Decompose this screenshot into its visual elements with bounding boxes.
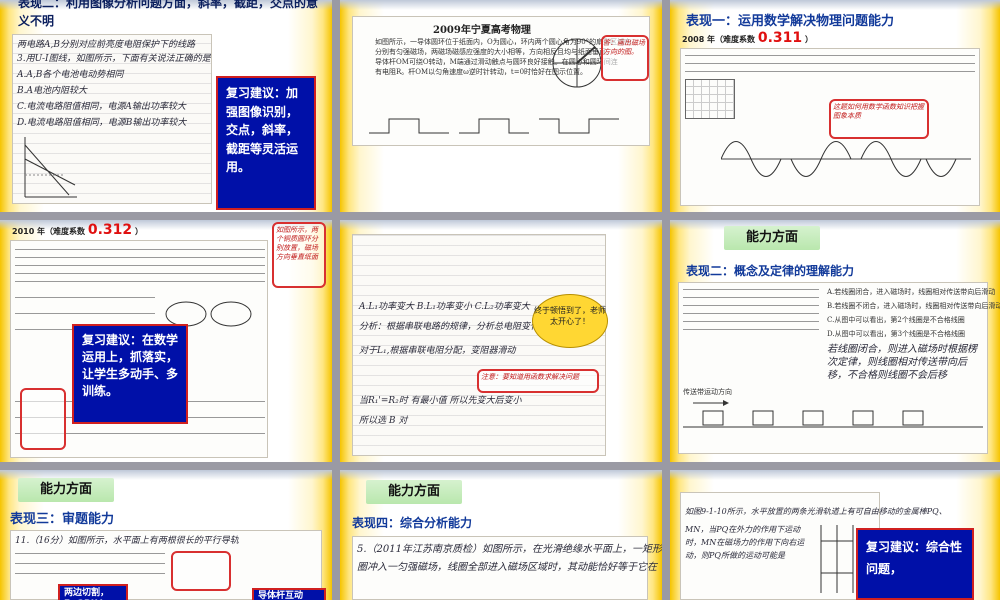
close-paren: ） <box>804 35 813 44</box>
slide-4-thumbnail[interactable]: 2010 年（难度系数 0.312 ） 如图所示，两个铜质圆环分别放置，磁场方向… <box>0 220 332 462</box>
section-pill: 能力方面 <box>366 480 462 504</box>
close-paren: ） <box>134 227 143 236</box>
slide-8-subtitle: 表现四：综合分析能力 <box>352 516 473 530</box>
annotation-note: 这题如何用数学函数知识把握图象本质 <box>833 103 924 120</box>
slide-2-title: 2009年宁夏高考物理 <box>433 25 531 36</box>
hand-line-2: MN，当PQ在外力的作用下运动时，MN在磁场力的作用下向右运动，则PQ所做的运动… <box>685 525 805 560</box>
hand-line: A.A,B各个电池电动势相同 <box>17 70 124 80</box>
aside-note-box: 导体杆互动 <box>252 588 326 600</box>
hand-line: 所以选 B 对 <box>359 416 408 426</box>
section-pill: 能力方面 <box>724 226 820 250</box>
conveyor-label: 传送带运动方向 <box>683 388 732 396</box>
annotation-note: 注意：要知道用函数求解决问题 <box>481 373 579 381</box>
slide-1-title: 表现二：利用图像分析问题方面，斜率，截距，交点的意义不明 <box>18 0 319 28</box>
slide-3-thumbnail[interactable]: 表现一：运用数学解决物理问题能力 2008 年（难度系数 0.311 ） 这题如… <box>670 0 1000 212</box>
option-a: A.若线圈闭合，进入磁场时，线圈相对传送带向后滑动 <box>827 288 996 296</box>
encouragement-cloud: 终于顿悟到了，老师太开心了！ <box>532 294 608 348</box>
hand-line: 如图9-1-10所示，水平放置的两条光滑轨道上有可自由移动的金属棒PQ、 <box>685 507 947 516</box>
handwritten-problem-scan: 两电路A,B分别对应前亮度电阻保护下的线路 3.用U-I图线，如图所示，下面有关… <box>12 34 212 204</box>
slide-3-title: 表现一：运用数学解决物理问题能力 <box>686 14 895 29</box>
printed-problem-scan: 这题如何用数学函数知识把握图象本质 <box>680 48 980 206</box>
problem-scan: 5.（2011年江苏南京质检）如图所示，在光滑绝缘水平面上，一矩形线圈 圈冲入一… <box>352 536 662 600</box>
ui-graph-sketch-icon <box>24 137 77 198</box>
hand-line: 当R₁'=R₂时 有最小值 所以先变大后变小 <box>359 396 522 406</box>
slide-7-thumbnail[interactable]: 能力方面 表现三：审题能力 11.（16分）如图所示，水平面上有两根很长的平行导… <box>0 470 332 600</box>
hand-line: 分析：根据串联电路的规律，分析总电阻变化 <box>359 322 540 332</box>
handwritten-explanation: 若线圈闭合，则进入磁场时根据楞次定律，则线圈相对传送带向后移，不合格则线圈不会后… <box>827 344 977 381</box>
section-pill: 能力方面 <box>18 478 114 502</box>
recommendation-box: 复习建议：综合性问题， <box>856 528 974 600</box>
option-c: C.从图中可以看出，第2个线圈是不合格线圈 <box>827 316 965 324</box>
grid-diagram <box>685 79 735 119</box>
hand-line: 3.用U-I图线，如图所示，下面有关说法正确的是 <box>17 54 211 64</box>
annotation-red-box <box>171 551 231 591</box>
difficulty-label: 2010 年（难度系数 0.312 ） <box>12 222 143 238</box>
recommendation-box: 复习建议：加强图像识别，交点，斜率，截距等灵活运用。 <box>216 76 316 210</box>
problem-scan: A.若线圈闭合，进入磁场时，线圈相对传送带向后滑动 B.若线圈不闭合，进入磁场时… <box>678 282 1000 454</box>
slide-2-thumbnail[interactable]: 2009年宁夏高考物理 如图所示，一导体圆环位于纸面内，O为圆心，环内两个圆心角… <box>340 0 662 212</box>
slide-5-thumbnail[interactable]: A.L₁功率变大 B.L₁功率变小 C.L₂功率变大 分析：根据串联电路的规律，… <box>340 220 662 462</box>
waveform-options-icon <box>369 118 619 134</box>
corner-note-box: 两边切割，E=2BLV <box>58 584 128 600</box>
hand-line: D.电流电路阻值相同，电源B输出功率较大 <box>17 118 187 128</box>
hand-line: A.L₁功率变大 B.L₁功率变小 C.L₂功率变大 <box>359 302 530 312</box>
annotation-note: 答：画出磁场方向的图。 <box>603 39 645 56</box>
hand-line: 5.（2011年江苏南京质检）如图所示，在光滑绝缘水平面上，一矩形线圈 <box>357 544 662 555</box>
annotation-side-note: 如图所示，两个铜质圆环分别放置，磁场方向垂直纸面 <box>276 226 318 261</box>
slide-8-thumbnail[interactable]: 能力方面 表现四：综合分析能力 5.（2011年江苏南京质检）如图所示，在光滑绝… <box>340 470 662 600</box>
year-label: 2008 年（难度系数 <box>682 35 756 44</box>
hand-line: B.A电池内阻较大 <box>17 86 87 96</box>
annotation-red-box-2 <box>20 388 66 450</box>
printed-problem-scan: 2009年宁夏高考物理 如图所示，一导体圆环位于纸面内，O为圆心，环内两个圆心角… <box>352 16 650 146</box>
hand-line: 11.（16分）如图所示，水平面上有两根很长的平行导轨 <box>15 536 239 546</box>
slide-7-subtitle: 表现三：审题能力 <box>10 512 115 527</box>
hand-line: 对于L₁,根据串联电阻分配，变阻器滑动 <box>359 346 516 356</box>
slide-9-thumbnail[interactable]: 如图9-1-10所示，水平放置的两条光滑轨道上有可自由移动的金属棒PQ、 MN，… <box>670 470 1000 600</box>
option-b: B.若线圈不闭合，进入磁场时，线圈相对传送带向后滑动 <box>827 302 1000 310</box>
difficulty-label: 2008 年（难度系数 0.311 ） <box>682 30 813 46</box>
slide-1-thumbnail[interactable]: 表现二：利用图像分析问题方面，斜率，截距，交点的意义不明 两电路A,B分别对应前… <box>0 0 332 212</box>
year-label: 2010 年（难度系数 <box>12 227 86 236</box>
problem-scan: 如图9-1-10所示，水平放置的两条光滑轨道上有可自由移动的金属棒PQ、 MN，… <box>680 492 947 600</box>
slide-6-thumbnail[interactable]: 能力方面 表现二：概念及定律的理解能力 A.若线圈闭合，进入磁场时，线圈相对传送… <box>670 220 1000 462</box>
difficulty-value: 0.312 <box>87 222 133 238</box>
hand-line: 两电路A,B分别对应前亮度电阻保护下的线路 <box>17 40 195 50</box>
hand-line-2: 圈冲入一匀强磁场，线圈全部进入磁场区域时，其动能恰好等于它在 <box>357 562 657 573</box>
difficulty-value: 0.311 <box>757 30 803 46</box>
conveyor-belt-icon <box>683 400 983 428</box>
slide-6-subtitle: 表现二：概念及定律的理解能力 <box>686 264 855 278</box>
recommendation-box: 复习建议：在数学运用上，抓落实，让学生多动手、多训练。 <box>72 324 188 424</box>
hand-line: C.电流电路阻值相同，电源A输出功率较大 <box>17 102 186 112</box>
circular-field-diagram-icon <box>552 38 602 88</box>
option-d: D.从图中可以看出，第3个线圈是不合格线圈 <box>827 330 966 338</box>
